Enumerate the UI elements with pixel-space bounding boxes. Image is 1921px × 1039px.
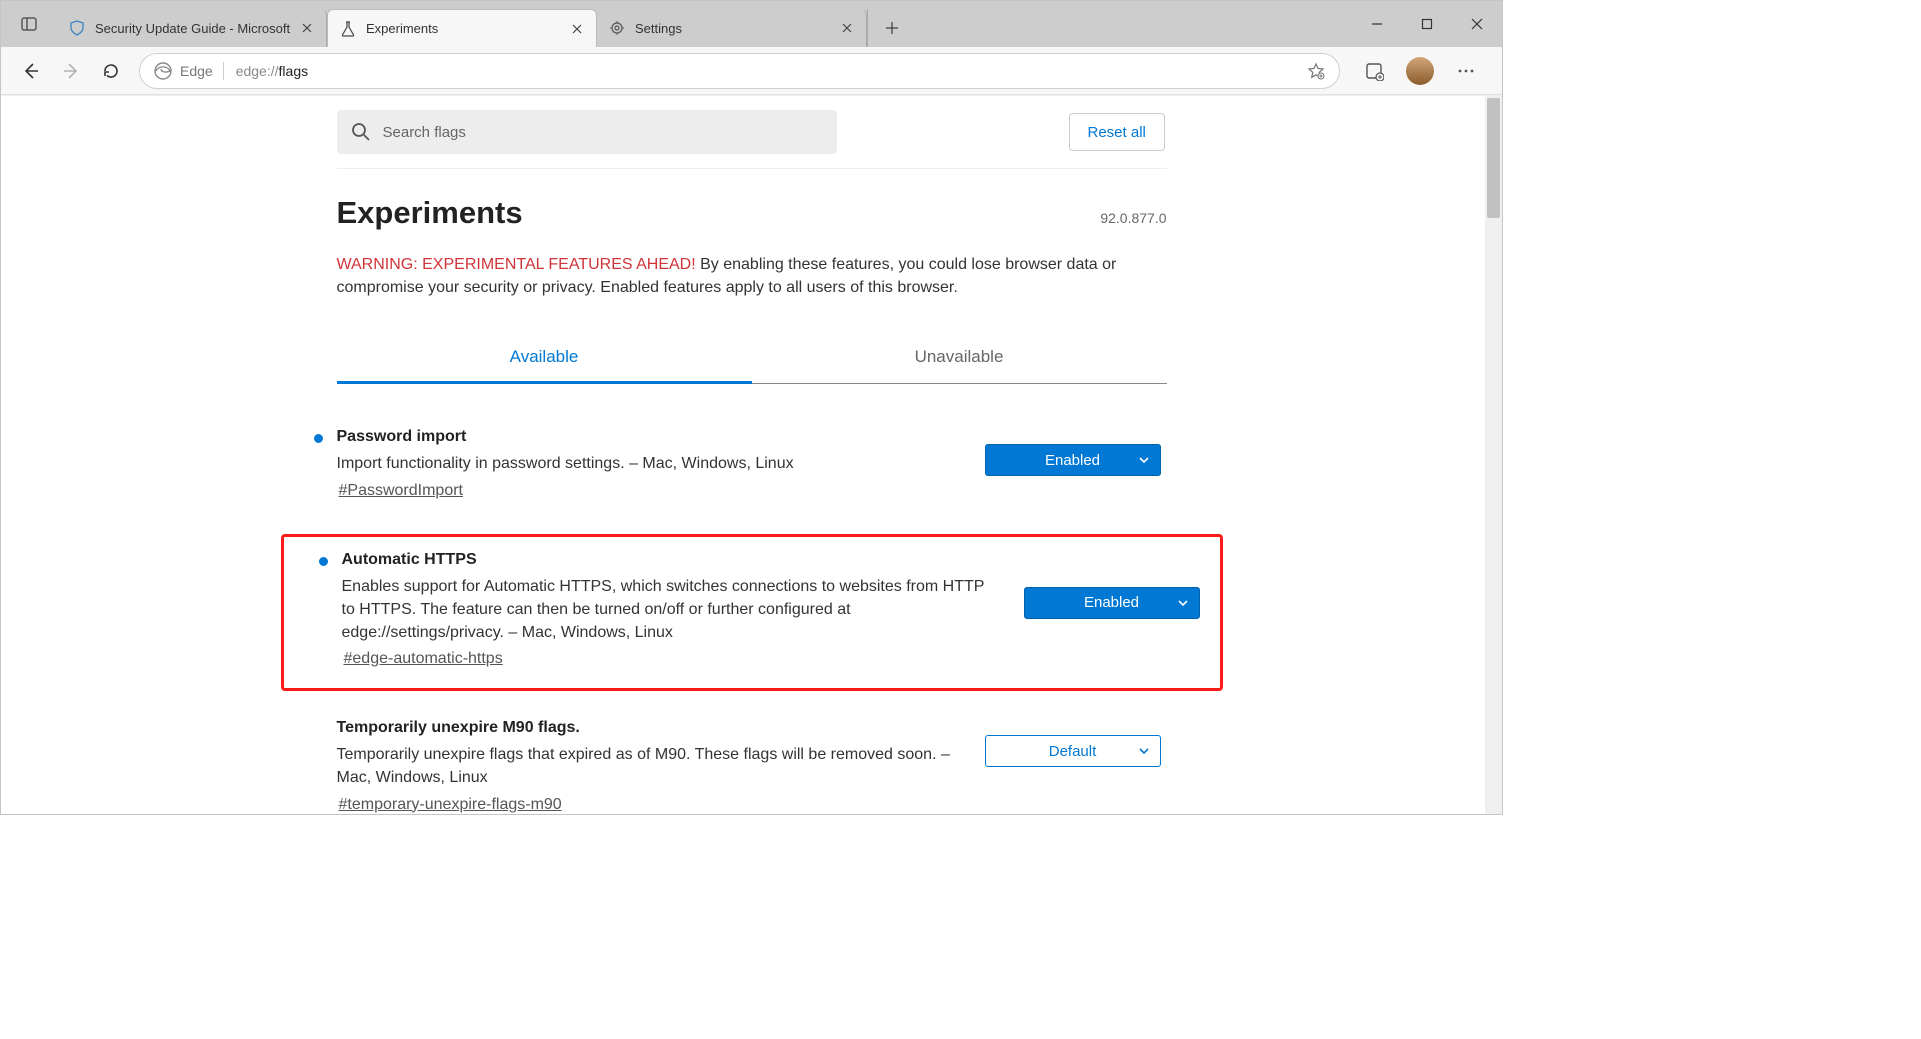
flag-description: Enables support for Automatic HTTPS, whi… (342, 575, 1000, 645)
back-button[interactable] (11, 51, 51, 91)
window-controls (1352, 1, 1502, 47)
version-label: 92.0.877.0 (1100, 210, 1166, 226)
content-tabs: Available Unavailable (337, 335, 1167, 384)
flag-title: Temporarily unexpire M90 flags. (337, 719, 961, 737)
close-icon[interactable] (300, 21, 314, 35)
tab-actions-button[interactable] (1, 1, 57, 47)
flag-id-link[interactable]: #temporary-unexpire-flags-m90 (339, 796, 562, 814)
scrollbar-thumb[interactable] (1487, 98, 1500, 218)
tab-unavailable[interactable]: Unavailable (752, 335, 1167, 383)
omnibox-identity: Edge (180, 63, 213, 79)
flag-item-password-import: Password import Import functionality in … (317, 418, 1167, 521)
page-title: Experiments (337, 195, 523, 231)
search-placeholder: Search flags (383, 124, 466, 141)
close-icon[interactable] (840, 21, 854, 35)
search-icon (351, 122, 371, 142)
flag-description: Import functionality in password setting… (337, 452, 961, 475)
modified-dot-icon (314, 434, 323, 443)
flag-item-automatic-https: Automatic HTTPS Enables support for Auto… (322, 551, 1196, 675)
shield-icon (69, 20, 85, 36)
flag-id-link[interactable]: #PasswordImport (339, 482, 464, 500)
flag-select[interactable]: Default (985, 735, 1161, 767)
titlebar: Security Update Guide - Microsoft Experi… (1, 1, 1502, 47)
chevron-down-icon (1138, 745, 1150, 757)
gear-icon (609, 20, 625, 36)
favorite-icon[interactable] (1307, 62, 1325, 80)
page-content: Search flags Reset all Experiments 92.0.… (1, 95, 1502, 814)
toolbar: Edge edge://flags (1, 47, 1502, 95)
tab-settings[interactable]: Settings (597, 9, 867, 47)
address-bar[interactable]: Edge edge://flags (139, 53, 1340, 89)
flag-description: Temporarily unexpire flags that expired … (337, 743, 961, 789)
reload-button[interactable] (91, 51, 131, 91)
minimize-button[interactable] (1352, 1, 1402, 47)
close-icon[interactable] (570, 22, 584, 36)
chevron-down-icon (1177, 597, 1189, 609)
maximize-button[interactable] (1402, 1, 1452, 47)
highlight-annotation: Automatic HTTPS Enables support for Auto… (281, 534, 1223, 692)
flags-list: Password import Import functionality in … (337, 418, 1167, 814)
tab-available[interactable]: Available (337, 335, 752, 384)
reset-all-button[interactable]: Reset all (1069, 113, 1165, 151)
scrollbar[interactable] (1485, 96, 1502, 814)
tab-security-guide[interactable]: Security Update Guide - Microsoft (57, 9, 327, 47)
flag-select[interactable]: Enabled (985, 444, 1161, 476)
close-window-button[interactable] (1452, 1, 1502, 47)
chevron-down-icon (1138, 454, 1150, 466)
edge-logo-icon (154, 62, 172, 80)
tabstrip: Security Update Guide - Microsoft Experi… (57, 1, 903, 47)
browser-window: Security Update Guide - Microsoft Experi… (0, 0, 1503, 815)
flask-icon (340, 21, 356, 37)
new-tab-button[interactable] (867, 9, 903, 47)
tab-label: Experiments (366, 21, 564, 36)
tab-experiments[interactable]: Experiments (327, 9, 597, 47)
warning-text: WARNING: EXPERIMENTAL FEATURES AHEAD! By… (337, 253, 1167, 299)
collections-button[interactable] (1354, 51, 1394, 91)
flag-item-unexpire-m90: Temporarily unexpire M90 flags. Temporar… (317, 709, 1167, 814)
toolbar-right (1348, 51, 1492, 91)
flag-title: Automatic HTTPS (342, 551, 1000, 569)
tab-label: Settings (635, 21, 834, 36)
modified-dot-icon (319, 557, 328, 566)
flag-id-link[interactable]: #edge-automatic-https (344, 650, 503, 668)
forward-button[interactable] (51, 51, 91, 91)
menu-button[interactable] (1446, 51, 1486, 91)
omnibox-url-path: flags (279, 63, 309, 79)
profile-avatar[interactable] (1406, 57, 1434, 85)
flag-select[interactable]: Enabled (1024, 587, 1200, 619)
omnibox-url-scheme: edge:// (236, 63, 279, 79)
tab-label: Security Update Guide - Microsoft (95, 21, 294, 36)
search-flags-input[interactable]: Search flags (337, 110, 837, 154)
flag-title: Password import (337, 428, 961, 446)
